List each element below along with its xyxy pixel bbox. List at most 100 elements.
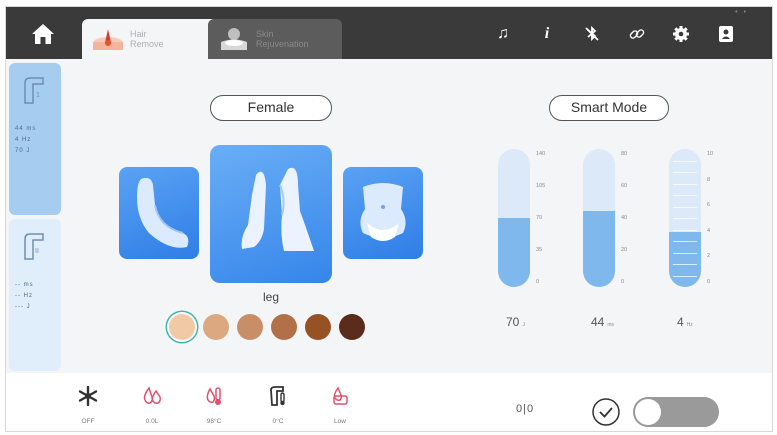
handpiece-2-icon: II xyxy=(24,233,44,260)
frequency-segment-line xyxy=(673,253,697,254)
top-bar: Hair Remove Skin Rejuvenation ♫ i • • xyxy=(6,7,772,59)
pulse-tick-label: 40 xyxy=(621,215,628,221)
bottom-status-bar: OFF 0.0L 98°C 0°C Low 0|0 xyxy=(6,373,772,431)
no-bluetooth-icon[interactable] xyxy=(583,25,601,43)
skin-face-icon xyxy=(221,28,247,50)
skin-tone-swatch-3[interactable] xyxy=(237,314,263,340)
skin-tone-swatch-5[interactable] xyxy=(305,314,331,340)
water-flow-status[interactable]: Low xyxy=(320,385,360,425)
water-flow-icon xyxy=(333,386,348,405)
pulse-value-number: 44 xyxy=(591,315,605,329)
music-icon[interactable]: ♫ xyxy=(494,25,512,43)
tab-skin-rejuvenation[interactable]: Skin Rejuvenation xyxy=(208,19,342,59)
toggle-knob xyxy=(635,399,661,425)
body-part-abdomen[interactable] xyxy=(343,167,423,259)
energy-value-unit: J xyxy=(522,322,525,328)
ready-toggle[interactable] xyxy=(633,397,719,427)
skin-tone-swatch-1[interactable] xyxy=(169,314,195,340)
energy-slider[interactable] xyxy=(498,149,530,287)
frequency-segment-line xyxy=(673,172,697,173)
frequency-tick-label: 0 xyxy=(707,279,711,285)
energy-tick-label: 105 xyxy=(536,183,546,189)
cooling-label: OFF xyxy=(81,418,95,425)
user-card-icon[interactable] xyxy=(717,25,735,43)
frequency-segment-line xyxy=(673,195,697,196)
handpiece-temperature-status[interactable]: 0°C xyxy=(258,385,298,425)
frequency-segment-line xyxy=(673,276,697,277)
frequency-segment-line xyxy=(673,218,697,219)
info-icon[interactable]: i xyxy=(538,25,556,43)
gender-selector[interactable]: Female xyxy=(210,95,332,121)
energy-tick-label: 0 xyxy=(536,279,540,285)
pulse-tick-label: 20 xyxy=(621,247,628,253)
tab-hair-remove[interactable]: Hair Remove xyxy=(82,19,220,59)
energy-value: 70 J xyxy=(506,315,525,329)
frequency-value-number: 4 xyxy=(677,315,684,329)
pulse-slider-fill xyxy=(583,211,615,287)
cooling-status[interactable]: OFF xyxy=(68,385,108,425)
home-icon[interactable] xyxy=(30,21,56,47)
svg-text:1: 1 xyxy=(36,92,40,99)
handpiece-temperature-icon xyxy=(270,386,285,406)
water-flow-label: Low xyxy=(334,418,346,425)
frequency-segment-line xyxy=(673,207,697,208)
preset-slot-1[interactable]: 1 44 ms 4 Hz 70 J xyxy=(9,63,61,215)
app-frame: Hair Remove Skin Rejuvenation ♫ i • • 1 … xyxy=(5,6,773,432)
pulse-value-unit: ms xyxy=(607,322,615,328)
link-icon[interactable] xyxy=(628,25,646,43)
handpiece-1-icon: 1 xyxy=(24,77,44,104)
energy-tick-label: 35 xyxy=(536,247,543,253)
handpiece-temperature-label: 0°C xyxy=(272,418,284,425)
arm-icon xyxy=(137,177,189,248)
water-temperature-status[interactable]: 98°C xyxy=(194,385,234,425)
skin-tone-swatch-2[interactable] xyxy=(203,314,229,340)
check-circle-icon[interactable] xyxy=(591,397,621,427)
pulse-value: 44 ms xyxy=(591,315,614,329)
frequency-tick-label: 2 xyxy=(707,253,711,259)
frequency-segment-line xyxy=(673,230,697,231)
body-part-arm[interactable] xyxy=(119,167,199,259)
gear-icon[interactable] xyxy=(672,25,690,43)
pulse-tick-label: 80 xyxy=(621,151,628,157)
tab-label-hair-remove: Hair Remove xyxy=(130,29,164,49)
body-part-leg[interactable] xyxy=(210,145,332,283)
status-dots: • • xyxy=(735,9,748,16)
skin-tone-swatch-6[interactable] xyxy=(339,314,365,340)
preset-2-values: -- ms -- Hz --- J xyxy=(15,282,34,310)
tab-label-skin-rejuvenation: Skin Rejuvenation xyxy=(256,29,309,49)
frequency-segment-line xyxy=(673,184,697,185)
pulse-tick-label: 60 xyxy=(621,183,628,189)
pulse-tick-label: 0 xyxy=(621,279,625,285)
selected-body-part-label: leg xyxy=(262,290,279,304)
frequency-segment-line xyxy=(673,241,697,242)
water-level-label: 0.0L xyxy=(145,418,159,425)
frequency-segment-line xyxy=(673,264,697,265)
frequency-tick-label: 6 xyxy=(707,202,711,208)
energy-tick-label: 70 xyxy=(536,215,543,221)
hair-follicle-icon xyxy=(93,29,123,50)
water-temperature-label: 98°C xyxy=(206,418,222,425)
frequency-tick-label: 10 xyxy=(707,151,714,157)
frequency-segment-line xyxy=(673,161,697,162)
shot-counter: 0|0 xyxy=(516,403,535,415)
frequency-value-unit: Hz xyxy=(686,322,693,328)
skin-tone-swatch-4[interactable] xyxy=(271,314,297,340)
preset-1-values: 44 ms 4 Hz 70 J xyxy=(15,126,37,154)
energy-value-number: 70 xyxy=(506,315,520,329)
energy-tick-label: 140 xyxy=(536,151,546,157)
snowflake-icon xyxy=(78,385,98,407)
frequency-tick-label: 4 xyxy=(707,228,711,234)
water-level-status[interactable]: 0.0L xyxy=(132,385,172,425)
frequency-value: 4 Hz xyxy=(677,315,693,329)
frequency-slider[interactable] xyxy=(669,149,701,287)
water-temperature-icon xyxy=(206,387,221,405)
leg-icon xyxy=(241,167,314,251)
pulse-slider[interactable] xyxy=(583,149,615,287)
water-drop-icon xyxy=(143,386,161,404)
frequency-tick-label: 8 xyxy=(707,177,711,183)
svg-text:II: II xyxy=(35,248,39,255)
abdomen-icon xyxy=(360,183,406,241)
energy-slider-fill xyxy=(498,218,530,287)
preset-slot-2[interactable]: II -- ms -- Hz --- J xyxy=(9,219,61,371)
mode-selector[interactable]: Smart Mode xyxy=(549,95,669,121)
